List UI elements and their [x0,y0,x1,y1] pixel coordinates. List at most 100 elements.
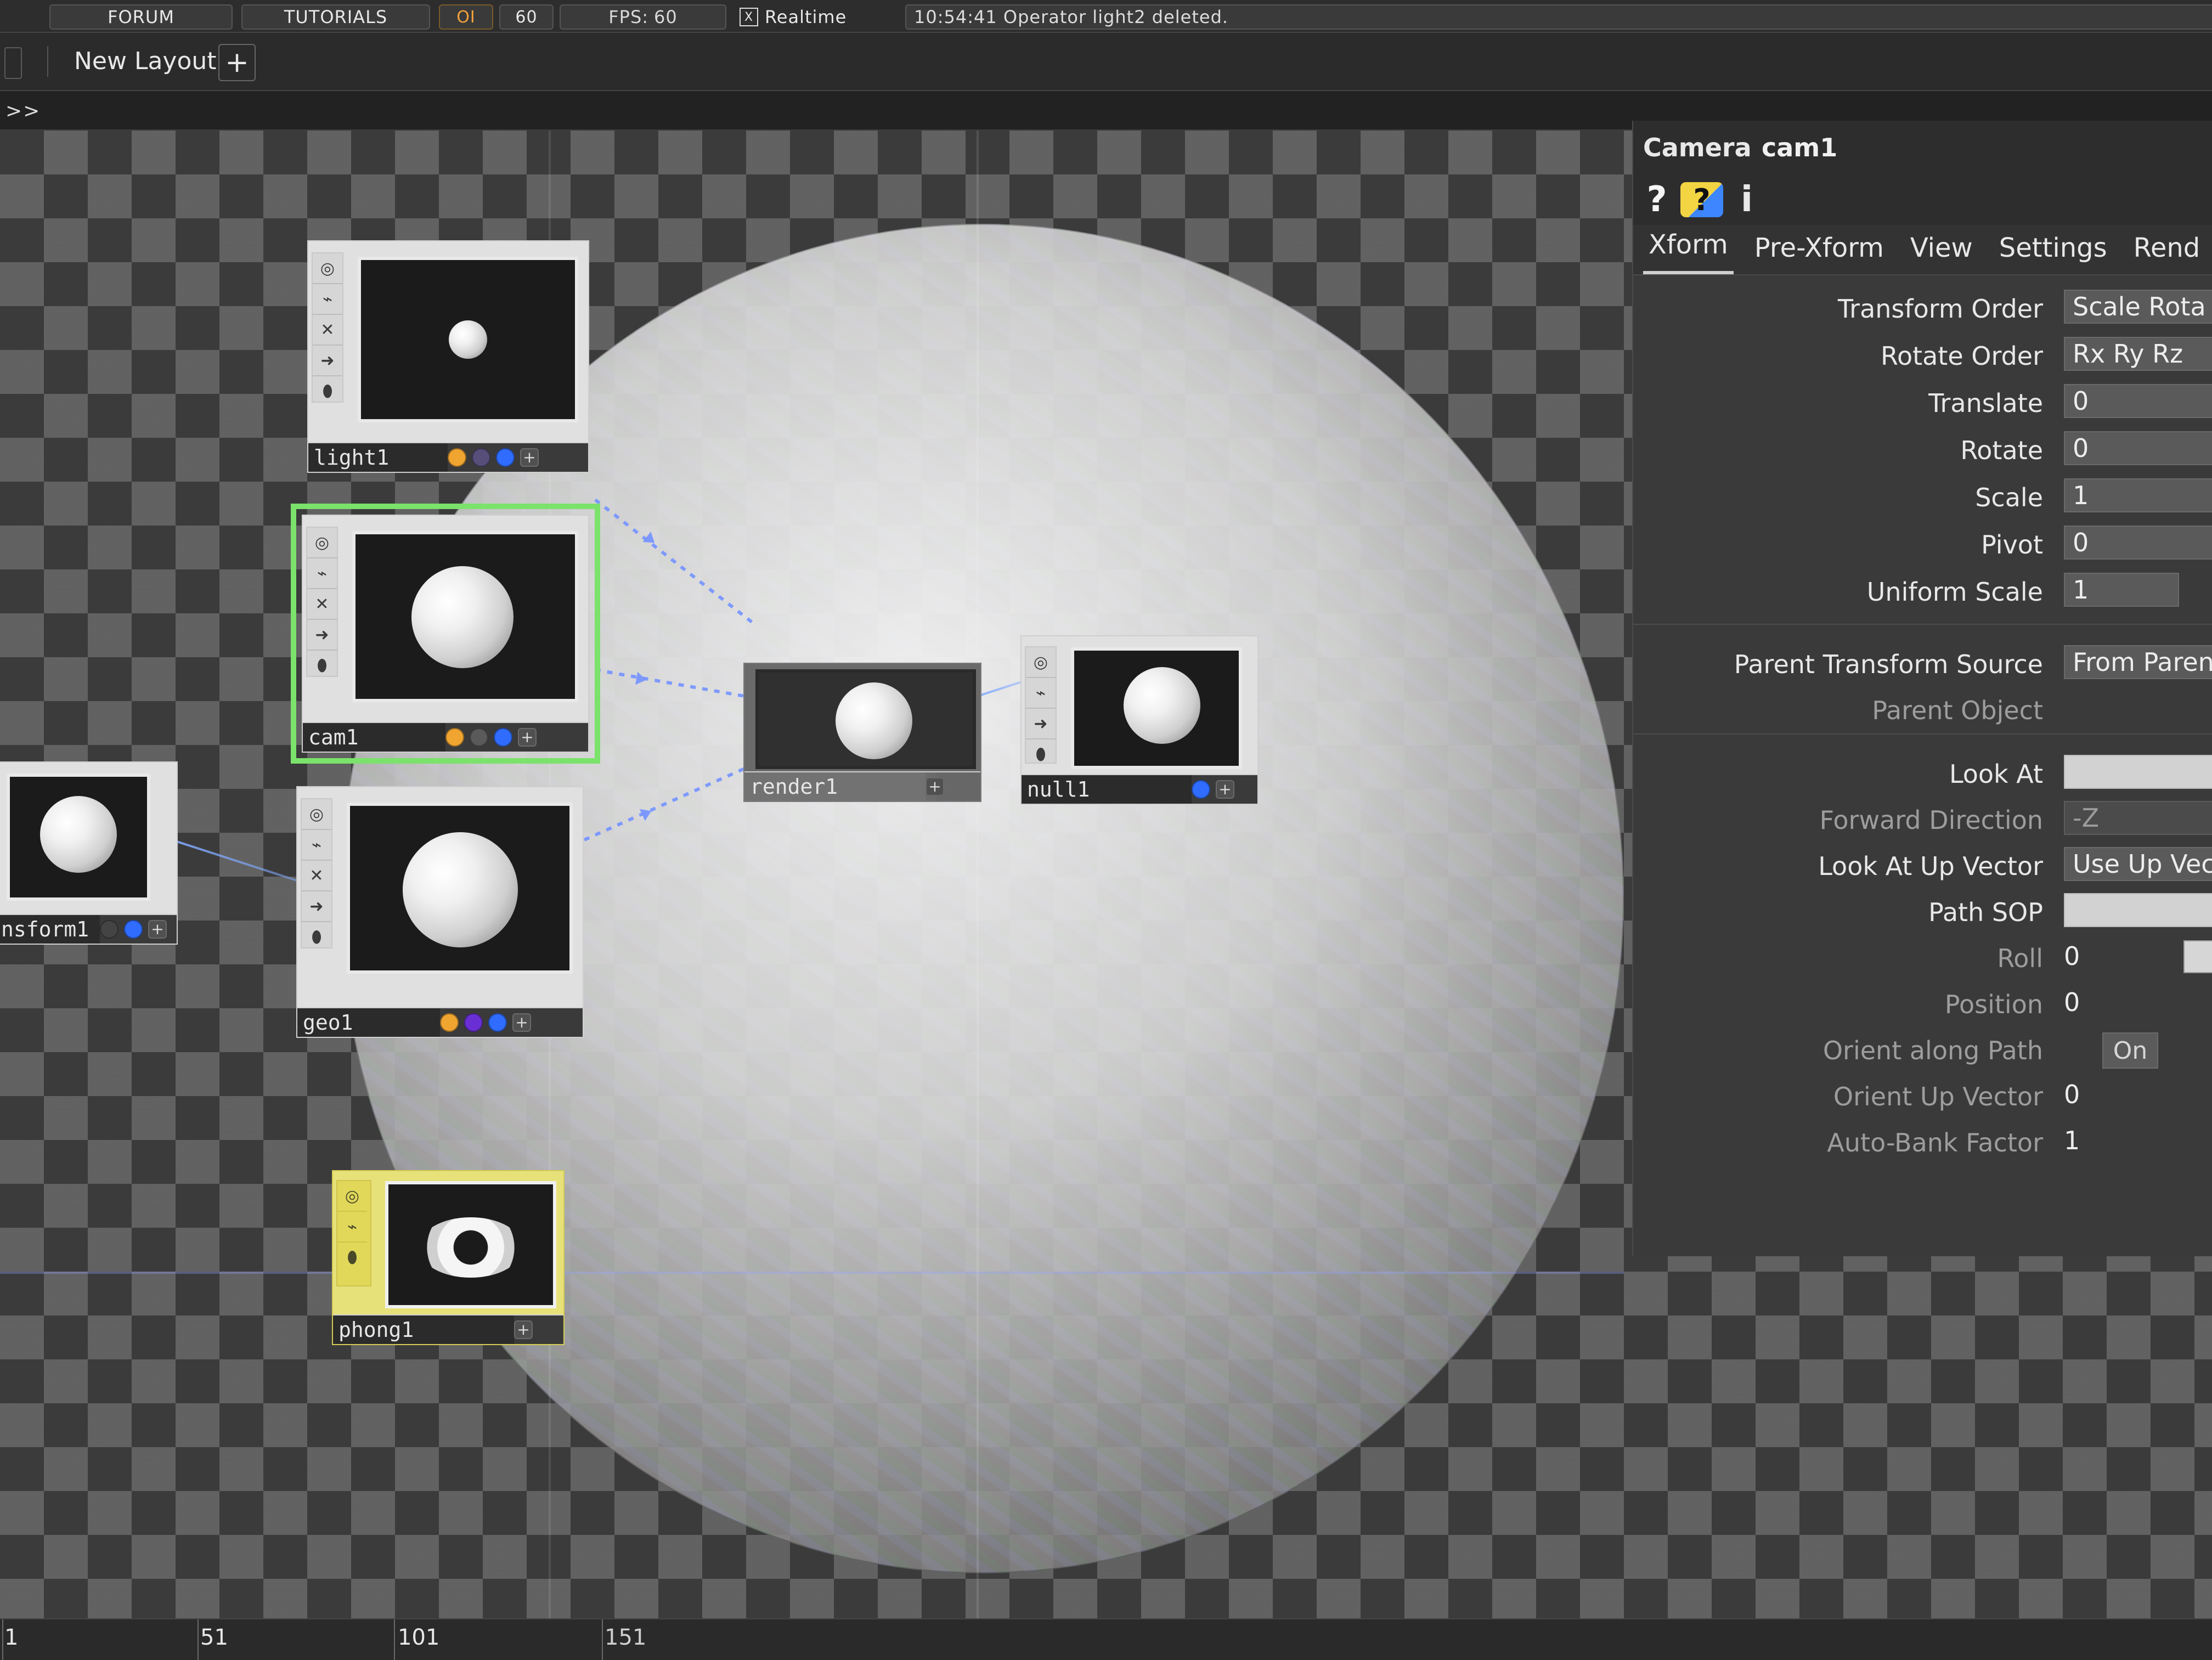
python-help-icon[interactable]: ? [1680,182,1723,217]
bypass-icon[interactable]: ✕ [307,589,337,620]
param-orient-up-vector-field[interactable]: 0 [2064,1077,2130,1111]
viewer-flag-icon[interactable] [496,448,515,467]
viewer-flag-icon[interactable] [494,728,512,747]
tab-xform[interactable]: Xform [1643,221,1734,274]
tab-settings[interactable]: Settings [1994,224,2113,274]
node-label[interactable]: null1 [1022,774,1192,804]
tutorials-button[interactable]: TUTORIALS [241,4,430,30]
node-light1[interactable]: ◎ ⌁ ✕ ➜ ⬮ light1 + [307,240,589,473]
lock-icon[interactable]: ⬮ [307,651,337,680]
info-icon[interactable]: i [1737,179,1756,220]
node-label[interactable]: cam1 [303,722,456,752]
param-orient-along-path-toggle[interactable]: On [2102,1032,2158,1069]
display-toggle-icon[interactable]: ⌁ [337,1212,367,1243]
param-path-sop-field[interactable] [2064,893,2212,927]
node-label[interactable]: geo1 [297,1007,451,1037]
help-icon[interactable]: ? [1643,179,1671,220]
viewer-toggle-icon[interactable]: ◎ [307,528,337,558]
display-flag-icon[interactable] [464,1013,483,1032]
display-flag-icon[interactable] [100,920,119,939]
node-phong1[interactable]: ◎ ⌁ ⬮ phong1 + [332,1170,565,1345]
pass-through-icon[interactable]: ➜ [302,891,331,922]
param-uniform-scale-field[interactable]: 1 [2064,573,2179,607]
node-add-icon[interactable]: + [512,1013,531,1032]
tab-view[interactable]: View [1905,224,1978,274]
viewer-toggle-icon[interactable]: ◎ [302,799,331,830]
render-flag-icon[interactable] [440,1013,459,1032]
node-add-icon[interactable]: + [148,920,167,939]
tab-pre-xform[interactable]: Pre-Xform [1749,224,1889,274]
param-parent-object-field[interactable] [2064,691,2212,725]
param-rotate-field[interactable]: 0 [2064,431,2212,465]
display-toggle-icon[interactable]: ⌁ [1026,678,1056,709]
fps-cap-label: 60 [515,7,538,27]
forum-button[interactable]: FORUM [49,4,233,30]
param-look-at-field[interactable] [2064,755,2212,789]
param-label: Translate [1928,388,2043,418]
param-roll-field[interactable]: 0 [2064,939,2130,973]
tab-render[interactable]: Rend [2128,224,2206,274]
viewer-toggle-icon[interactable]: ◎ [313,253,342,284]
node-label[interactable]: nsform1 [0,914,111,944]
parameter-header: Camera cam1 [1633,121,2212,176]
lock-icon[interactable]: ⬮ [337,1243,367,1272]
node-render1[interactable]: render1 + [743,663,981,802]
param-look-at-up-vector-menu[interactable]: Use Up Vec [2064,847,2212,881]
display-toggle-icon[interactable]: ⌁ [307,558,337,589]
viewer-flag-icon[interactable] [488,1013,507,1032]
node-add-icon[interactable]: + [518,728,537,747]
param-forward-direction-menu[interactable]: -Z [2064,801,2212,835]
node-add-icon[interactable]: + [1216,780,1234,799]
viewer-flag-icon[interactable] [124,920,143,939]
viewer-flag-icon[interactable] [1192,780,1210,799]
oi-indicator[interactable]: OI [439,4,493,30]
param-pivot-field[interactable]: 0 [2064,526,2212,560]
node-label[interactable]: light1 [308,442,459,472]
node-label[interactable]: phong1 [333,1314,525,1344]
viewer-toggle-icon[interactable]: ◎ [1026,647,1056,678]
lock-icon[interactable]: ⬮ [313,376,342,406]
operator-name[interactable]: cam1 [1762,133,1837,162]
lock-icon[interactable]: ⬮ [1026,739,1056,769]
timeline[interactable]: 1 51 101 151 [0,1618,2212,1660]
bypass-icon[interactable]: ✕ [302,861,331,891]
path-expand-icon[interactable]: >> [5,100,41,122]
display-flag-icon[interactable] [470,728,488,747]
realtime-checkbox[interactable]: X [740,8,758,26]
param-position-field[interactable]: 0 [2064,985,2130,1019]
param-translate-field[interactable]: 0 [2064,384,2212,418]
display-toggle-icon[interactable]: ⌁ [302,830,331,861]
pass-through-icon[interactable]: ➜ [1026,709,1056,739]
add-layout-button[interactable]: + [218,44,256,81]
param-transform-order-menu[interactable]: Scale Rota [2064,290,2212,324]
render-flag-icon[interactable] [448,448,466,467]
param-parent-transform-source-menu[interactable]: From Paren [2064,645,2212,679]
node-label[interactable]: render1 [744,771,936,801]
pass-through-icon[interactable]: ➜ [313,346,342,376]
pass-through-icon[interactable]: ➜ [307,620,337,651]
node-null1[interactable]: ◎ ⌁ ➜ ⬮ null1 + [1020,635,1259,805]
node-add-icon[interactable]: + [514,1320,533,1339]
render-flag-icon[interactable] [445,728,464,747]
param-scale-field[interactable]: 1 [2064,478,2212,512]
layout-name[interactable]: New Layout [74,47,217,75]
param-roll-slider-handle[interactable] [2183,940,2212,973]
param-label: Transform Order [1837,294,2043,324]
fps-cap[interactable]: 60 [499,4,554,30]
display-toggle-icon[interactable]: ⌁ [313,284,342,315]
bypass-icon[interactable]: ✕ [313,315,342,346]
material-preview-torus [419,1217,523,1278]
display-flag-icon[interactable] [472,448,490,467]
node-add-icon[interactable]: + [926,777,944,796]
node-cam1[interactable]: ◎ ⌁ ✕ ➜ ⬮ cam1 + [291,504,600,764]
pane-split-icon[interactable] [4,47,22,79]
node-add-icon[interactable]: + [520,448,539,467]
realtime-toggle[interactable]: X Realtime [735,4,916,30]
lock-icon[interactable]: ⬮ [302,922,331,952]
viewer-toggle-icon[interactable]: ◎ [337,1181,367,1212]
param-rotate-order-menu[interactable]: Rx Ry Rz [2064,337,2212,371]
node-geo1[interactable]: ◎ ⌁ ✕ ➜ ⬮ geo1 + [296,786,584,1038]
param-auto-bank-factor-field[interactable]: 1 [2064,1123,2130,1158]
geo-preview-orb [403,832,518,947]
node-transform1[interactable]: nsform1 + [0,761,178,945]
